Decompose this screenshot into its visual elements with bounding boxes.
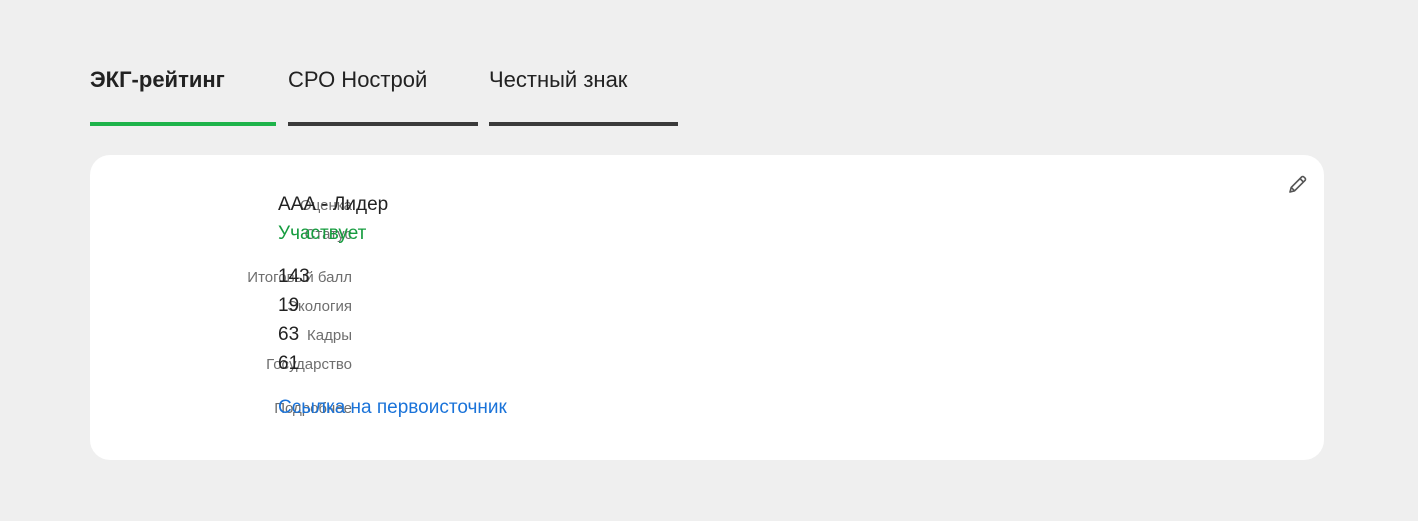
row-details: Подробнее Ссылка на первоисточник bbox=[90, 396, 790, 420]
row-total-score: Итоговый балл 143 bbox=[90, 265, 790, 289]
pencil-icon bbox=[1289, 175, 1307, 193]
staff-value: 63 bbox=[278, 324, 300, 345]
edit-button[interactable] bbox=[1284, 172, 1310, 198]
status-value: Участвует bbox=[278, 223, 367, 244]
tab-sro-nostroy[interactable]: СРО Нострой bbox=[288, 64, 478, 126]
tab-underline bbox=[288, 122, 478, 126]
total-score-label: Итоговый балл bbox=[247, 269, 352, 286]
row-grade: Оценка ААА - Лидер bbox=[90, 193, 790, 217]
tab-chestny-znak[interactable]: Честный знак bbox=[489, 64, 678, 126]
row-status: Статус Участвует bbox=[90, 222, 790, 246]
tab-underline bbox=[489, 122, 678, 126]
state-value: 61 bbox=[278, 353, 300, 374]
ecology-value: 19 bbox=[278, 295, 300, 316]
tab-underline-active bbox=[90, 122, 276, 126]
tab-ekg-rating[interactable]: ЭКГ-рейтинг bbox=[90, 64, 276, 126]
rating-card: Оценка ААА - Лидер Статус Участвует Итог… bbox=[90, 155, 1324, 460]
source-link[interactable]: Ссылка на первоисточник bbox=[278, 396, 507, 420]
row-staff: Кадры 63 bbox=[90, 323, 790, 347]
total-score-value: 143 bbox=[278, 266, 310, 287]
tab-label: Честный знак bbox=[489, 67, 628, 92]
staff-label: Кадры bbox=[307, 327, 352, 344]
ecology-label: Экология bbox=[287, 298, 352, 315]
state-label: Государство bbox=[266, 356, 352, 373]
grade-value: ААА - Лидер bbox=[278, 194, 389, 215]
row-ecology: Экология 19 bbox=[90, 294, 790, 318]
tab-label: ЭКГ-рейтинг bbox=[90, 67, 225, 92]
row-state: Государство 61 bbox=[90, 352, 790, 376]
tab-label: СРО Нострой bbox=[288, 67, 428, 92]
